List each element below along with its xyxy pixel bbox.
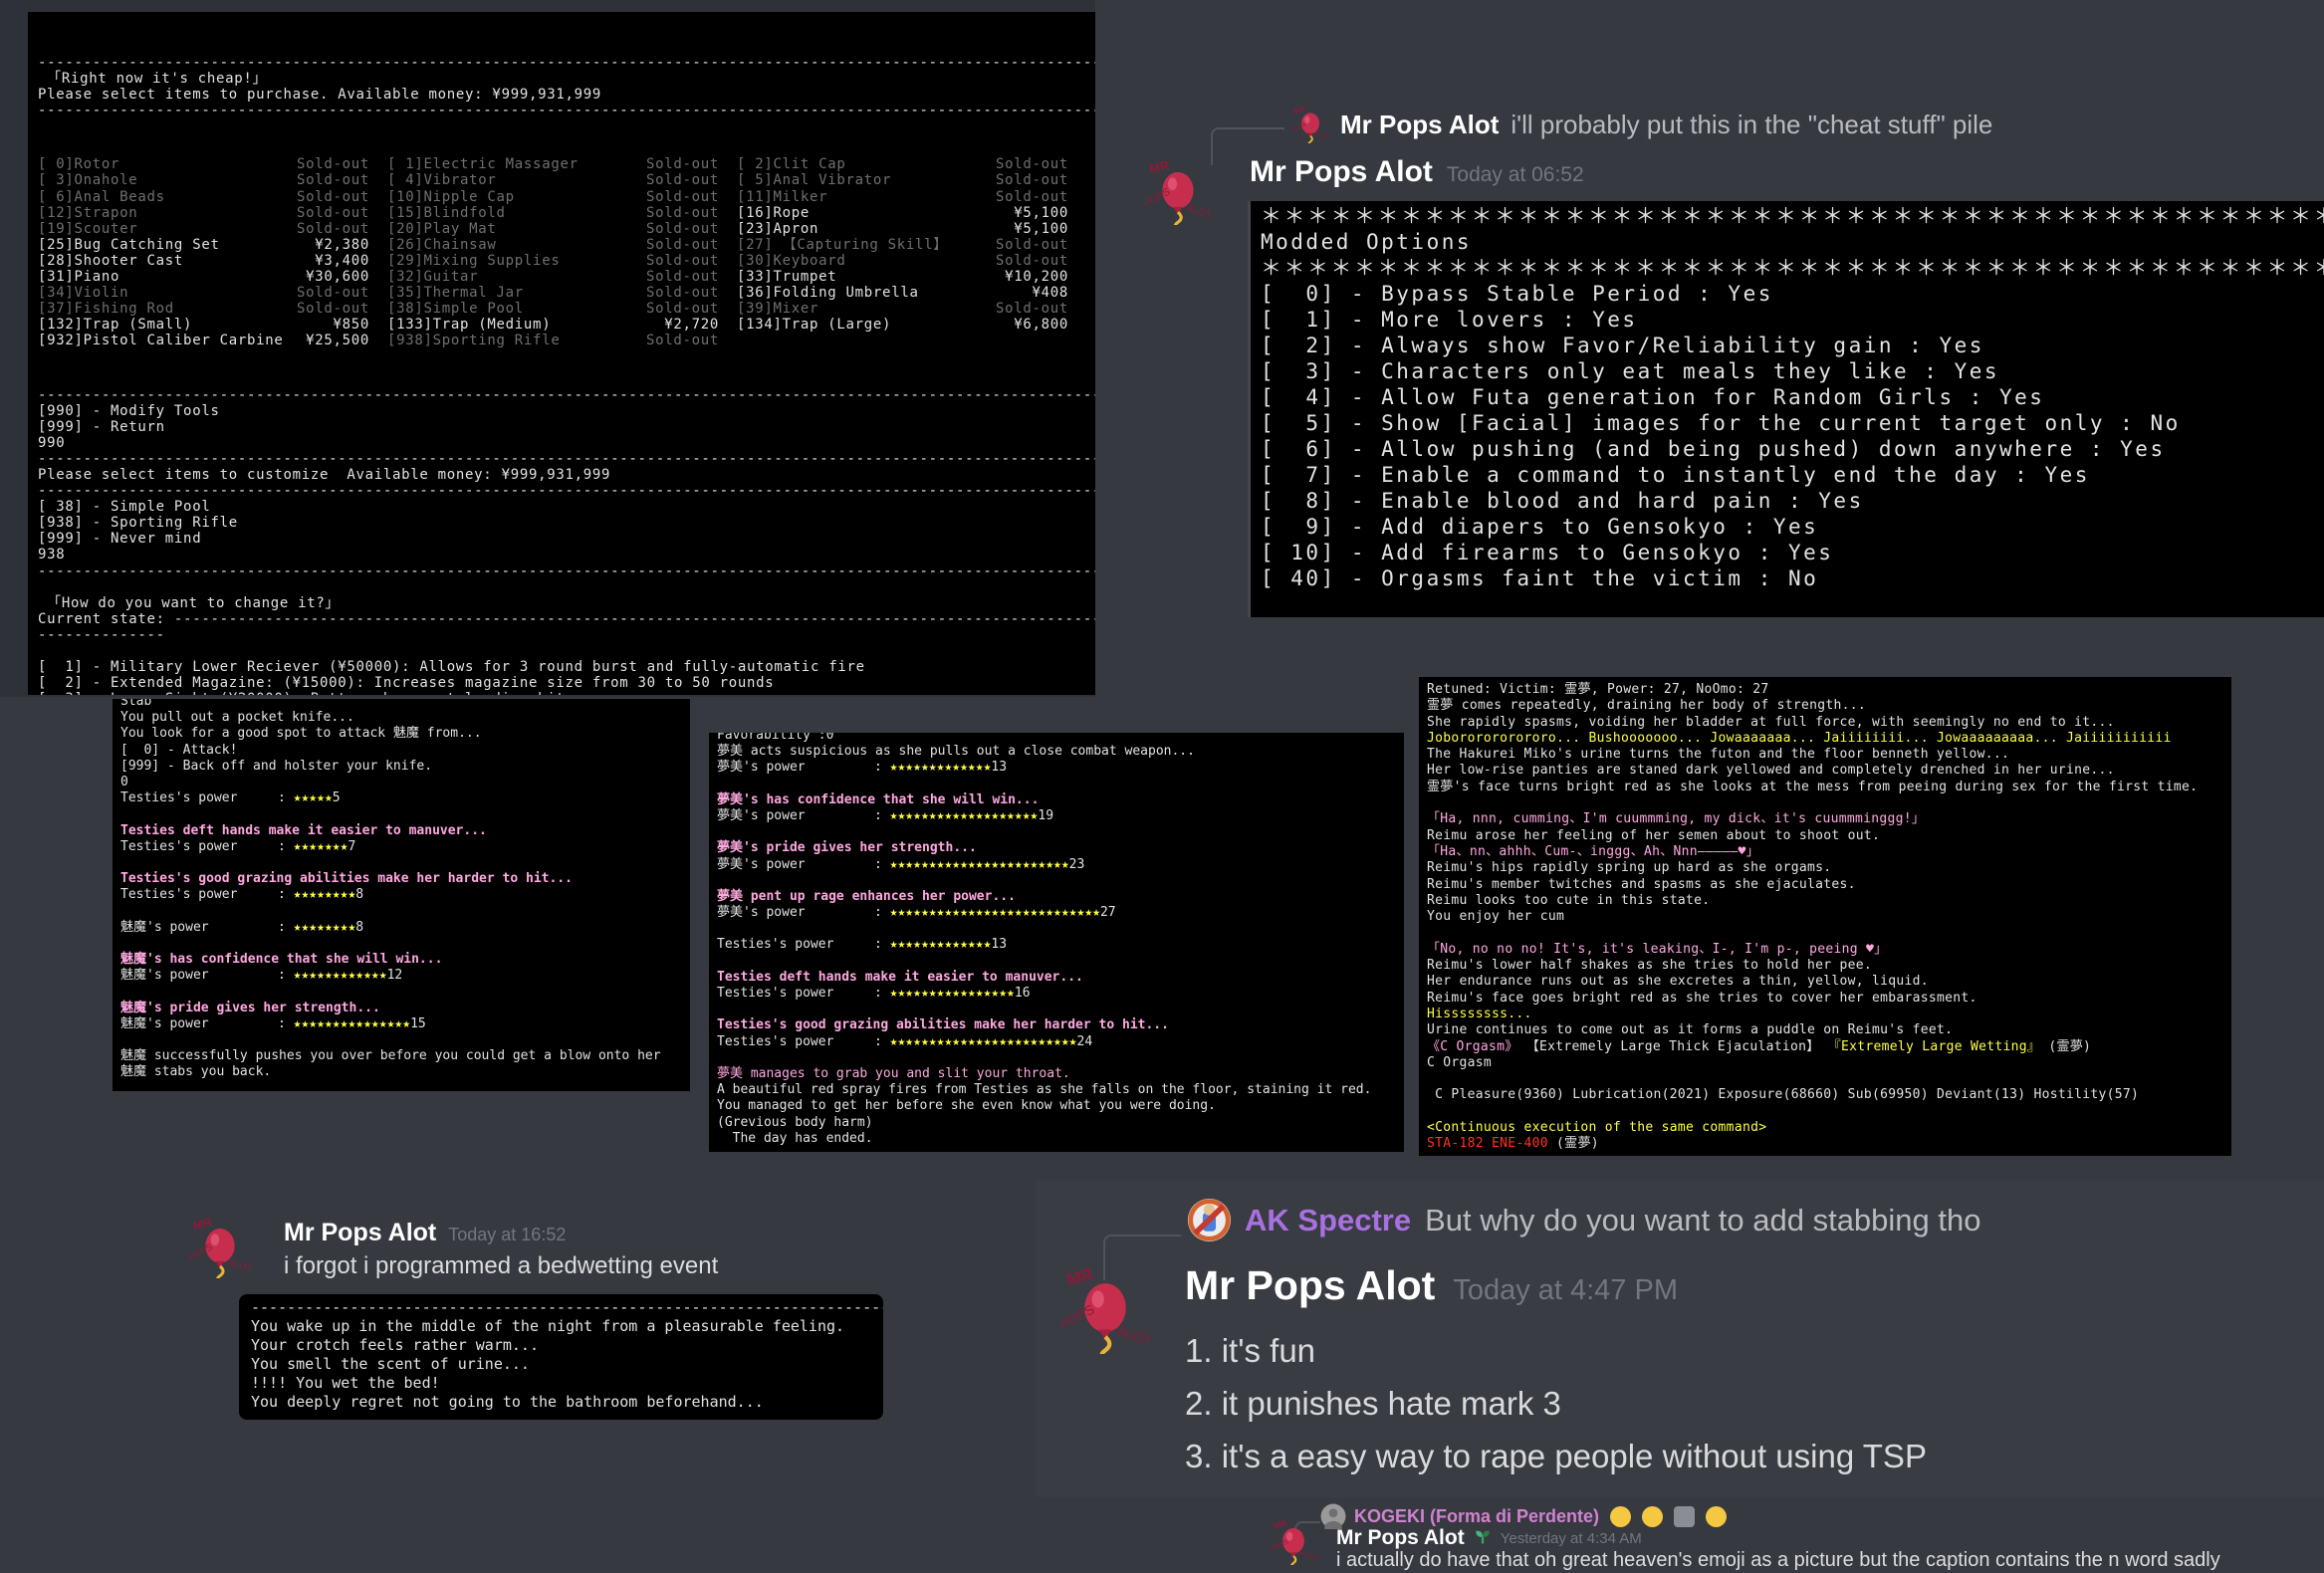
combat-terminal-yumemi: Favorability :0夢美 acts suspicious as she… [709, 733, 1404, 1152]
author-name[interactable]: Mr Pops Alot [1250, 155, 1433, 189]
svg-text:MR: MR [1147, 159, 1170, 177]
emoji-image-icon [1674, 1506, 1695, 1527]
timestamp: Today at 16:52 [448, 1225, 566, 1245]
reply-avatar-balloon-icon[interactable]: MR POPS ALOT [1291, 106, 1329, 148]
message-header: Mr Pops Alot Yesterday at 4:34 AM [1336, 1524, 1642, 1552]
svg-text:ALOT: ALOT [1298, 1550, 1316, 1563]
reply-text[interactable]: i'll probably put this in the "cheat stu… [1511, 110, 1992, 140]
svg-text:POPS: POPS [1291, 121, 1307, 134]
svg-text:POPS: POPS [1145, 186, 1172, 209]
modded-options-terminal[interactable]: ＊＊＊＊＊＊＊＊＊＊＊＊＊＊＊＊＊＊＊＊＊＊＊＊＊＊＊＊＊＊＊＊＊＊＊＊＊＊＊＊… [1248, 201, 2324, 617]
svg-text:MR: MR [1273, 1519, 1289, 1531]
shop-grid: [ 0]RotorSold-out[ 1]Electric MassagerSo… [38, 156, 1095, 348]
reply-header[interactable]: Mr Pops Alot i'll probably put this in t… [1340, 104, 1992, 145]
svg-text:ALOT: ALOT [1115, 1323, 1149, 1348]
bedwetting-terminal[interactable]: ----------------------------------------… [239, 1294, 883, 1420]
reply-header[interactable]: AK Spectre But why do you want to add st… [1245, 1198, 1981, 1243]
message-header: Mr Pops Alot Today at 4:47 PM [1185, 1262, 1678, 1318]
svg-text:ALOT: ALOT [227, 1257, 251, 1275]
shop-header-lines: ----------------------------------------… [38, 55, 1095, 118]
svg-text:ALOT: ALOT [1314, 131, 1329, 142]
reply-author[interactable]: Mr Pops Alot [1340, 110, 1499, 140]
svg-text:ALOT: ALOT [1185, 203, 1211, 222]
message-text: i actually do have that oh great heaven'… [1336, 1549, 2220, 1573]
reply-author[interactable]: AK Spectre [1245, 1203, 1411, 1238]
reply-avatar-no-sign-icon[interactable] [1187, 1198, 1232, 1247]
timestamp: Yesterday at 4:34 AM [1501, 1530, 1642, 1547]
event-terminal-reimu: Retuned: Victim: 霊夢, Power: 27, NoOmo: 2… [1419, 677, 2231, 1156]
svg-text:POPS: POPS [189, 1241, 215, 1263]
reply-text[interactable]: But why do you want to add stabbing tho [1425, 1203, 1980, 1238]
sprout-emoji-icon [1474, 1527, 1492, 1550]
author-name[interactable]: Mr Pops Alot [1336, 1526, 1465, 1550]
svg-text:POPS: POPS [1061, 1301, 1097, 1332]
author-name[interactable]: Mr Pops Alot [284, 1219, 436, 1247]
emoji-pleading-icon [1642, 1506, 1663, 1527]
numbered-list: 1. it's fun2. it punishes hate mark 33. … [1185, 1324, 1927, 1482]
avatar-balloon-icon[interactable]: MR POPS ALOT [1061, 1266, 1149, 1359]
timestamp: Today at 06:52 [1447, 163, 1584, 187]
message-text: i forgot i programmed a bedwetting event [284, 1252, 718, 1284]
message-header: Mr Pops Alot Today at 16:52 [284, 1219, 566, 1252]
combat-terminal-mima: StabYou pull out a pocket knife...You lo… [113, 699, 690, 1091]
shop-footer-lines: ----------------------------------------… [38, 387, 1095, 696]
avatar-balloon-icon[interactable]: MR POPS ALOT [189, 1217, 251, 1283]
shop-terminal: ----------------------------------------… [28, 12, 1095, 695]
svg-text:MR: MR [1064, 1266, 1095, 1289]
emoji-flushed-icon [1706, 1506, 1727, 1527]
svg-text:MR: MR [1292, 106, 1306, 115]
discord-collage: ----------------------------------------… [0, 0, 2324, 1573]
timestamp: Today at 4:47 PM [1453, 1274, 1678, 1307]
avatar-balloon-icon[interactable]: MR POPS ALOT [1145, 159, 1211, 230]
svg-text:MR: MR [191, 1217, 213, 1234]
avatar-balloon-icon[interactable]: MR POPS ALOT [1271, 1519, 1316, 1570]
message-header: Mr Pops Alot Today at 06:52 [1250, 155, 1584, 195]
author-name[interactable]: Mr Pops Alot [1185, 1262, 1435, 1309]
